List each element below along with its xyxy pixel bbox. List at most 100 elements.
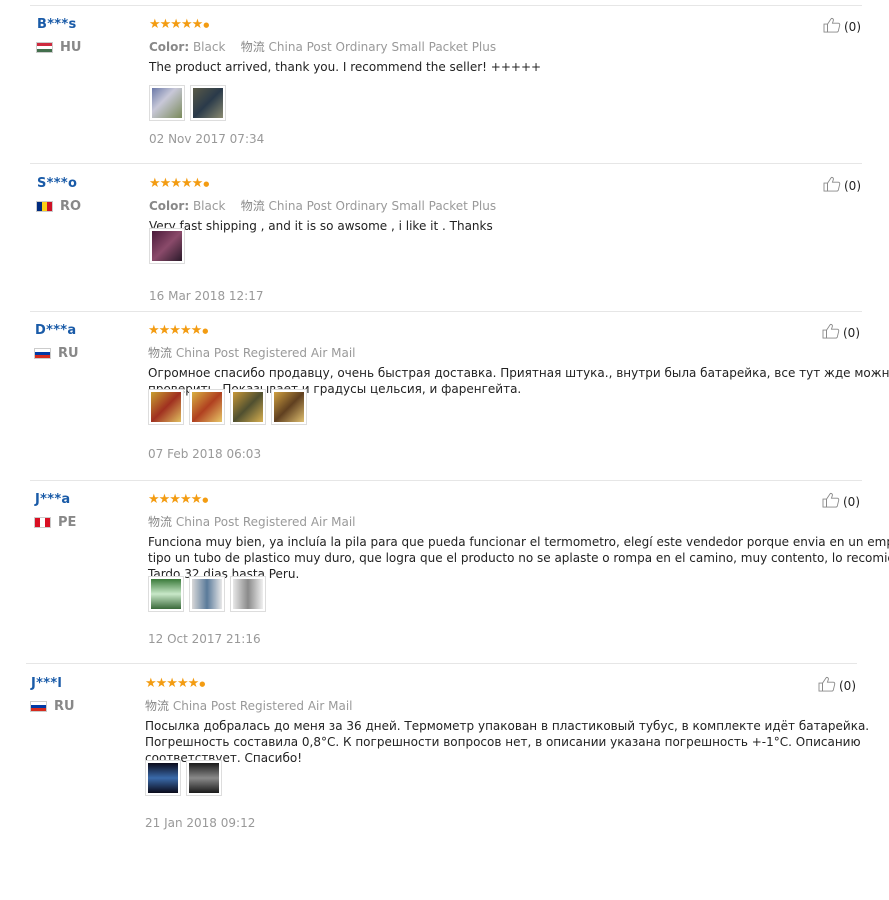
review-text-line: Погрешность составила 0,8°C. К погрешнос…	[145, 735, 861, 749]
review-photos	[149, 85, 226, 121]
country-flag-icon	[34, 348, 51, 359]
review-item: J***l RU ★★★★★ ● 物流 China Post Registered …	[0, 676, 889, 830]
review-photo-thumbnail[interactable]	[148, 576, 184, 612]
review-text: Funciona muy bien, ya incluía la pila pa…	[148, 534, 889, 582]
review-photo-thumbnail[interactable]	[189, 576, 225, 612]
color-value: Black	[192, 40, 226, 54]
rating-stars: ★★★★★ ●	[145, 676, 205, 691]
review-item: S***o RO ★★★★★ ● Color: Black 物流 China Pos…	[0, 176, 889, 326]
reviewer-name: J***l	[31, 676, 63, 691]
review-date: 07 Feb 2018 06:03	[148, 447, 262, 461]
reviewer-name: B***s	[37, 17, 77, 32]
review-text-line: Very fast shipping , and it is so awsome…	[149, 219, 493, 233]
review-separator	[30, 5, 862, 6]
review-text-line: The product arrived, thank you. I recomm…	[149, 60, 542, 74]
country-flag-icon	[34, 517, 51, 528]
color-value: Black	[192, 199, 226, 213]
review-date: 12 Oct 2017 21:16	[148, 632, 261, 646]
shipping-label: 物流	[148, 515, 173, 529]
review-photo-thumbnail[interactable]	[230, 576, 266, 612]
review-meta: Color: Black 物流 China Post Ordinary Smal…	[149, 38, 496, 55]
helpful-button[interactable]: (0)	[823, 17, 861, 36]
rating-stars: ★★★★★ ●	[148, 323, 208, 338]
shipping-value: China Post Registered Air Mail	[172, 699, 353, 713]
country-code: RU	[58, 346, 79, 361]
helpful-count: (0)	[843, 325, 860, 340]
shipping-value: China Post Registered Air Mail	[175, 515, 356, 529]
reviewer-country: RO	[36, 199, 81, 214]
reviewer-name: J***a	[35, 492, 71, 507]
shipping-value: China Post Registered Air Mail	[175, 346, 356, 360]
helpful-button[interactable]: (0)	[822, 323, 860, 342]
review-meta: 物流 China Post Registered Air Mail	[145, 697, 352, 714]
country-code: RU	[54, 699, 75, 714]
review-photo-thumbnail[interactable]	[145, 760, 181, 796]
country-flag-icon	[36, 201, 53, 212]
review-text: Посылка добралась до меня за 36 дней. Те…	[145, 718, 869, 766]
review-photo-thumbnail[interactable]	[148, 389, 184, 425]
reviewer-country: RU	[34, 346, 79, 361]
helpful-count: (0)	[839, 678, 856, 693]
color-label: Color:	[149, 40, 190, 54]
shipping-value: China Post Ordinary Small Packet Plus	[268, 40, 497, 54]
review-photo-thumbnail[interactable]	[190, 85, 226, 121]
review-text-line: Посылка добралась до меня за 36 дней. Те…	[145, 719, 870, 733]
review-photo-thumbnail[interactable]	[186, 760, 222, 796]
helpful-count: (0)	[844, 19, 861, 34]
shipping-label: 物流	[240, 40, 265, 54]
thumbs-up-icon	[822, 323, 840, 342]
review-meta: Color: Black 物流 China Post Ordinary Smal…	[149, 197, 496, 214]
country-code: RO	[60, 199, 82, 214]
country-code: HU	[60, 40, 82, 55]
review-photo-thumbnail[interactable]	[271, 389, 307, 425]
review-item: B***s HU ★★★★★ ● Color: Black 物流 China Pos…	[0, 17, 889, 167]
reviewer-name: S***o	[37, 176, 78, 191]
country-flag-icon	[30, 701, 47, 712]
country-code: PE	[58, 515, 77, 530]
review-date: 02 Nov 2017 07:34	[149, 132, 265, 146]
review-text-line: соответствует. Спасибо!	[145, 751, 303, 765]
helpful-button[interactable]: (0)	[823, 176, 861, 195]
review-text: Very fast shipping , and it is so awsome…	[149, 218, 493, 234]
helpful-button[interactable]: (0)	[818, 676, 856, 695]
shipping-label: 物流	[145, 699, 170, 713]
helpful-count: (0)	[844, 178, 861, 193]
review-meta: 物流 China Post Registered Air Mail	[148, 513, 355, 530]
review-separator	[26, 663, 857, 664]
review-photo-thumbnail[interactable]	[149, 85, 185, 121]
review-text-line: Funciona muy bien, ya incluía la pila pa…	[148, 535, 889, 549]
review-item: D***a RU ★★★★★ ● 物流 China Post Registered …	[0, 323, 889, 473]
shipping-label: 物流	[240, 199, 265, 213]
review-photos	[145, 760, 222, 796]
reviewer-country: HU	[36, 40, 81, 55]
review-separator	[30, 480, 862, 481]
review-item: J***a PE ★★★★★ ● 物流 China Post Registered …	[0, 492, 889, 646]
review-text-line: tipo un tubo de plastico muy duro, que l…	[148, 551, 889, 565]
shipping-label: 物流	[148, 346, 173, 360]
thumbs-up-icon	[823, 176, 841, 195]
review-photo-thumbnail[interactable]	[189, 389, 225, 425]
reviewer-country: PE	[34, 515, 76, 530]
rating-stars: ★★★★★ ●	[149, 176, 209, 191]
thumbs-up-icon	[822, 492, 840, 511]
reviewer-name: D***a	[35, 323, 77, 338]
color-label: Color:	[149, 199, 190, 213]
review-text: The product arrived, thank you. I recomm…	[149, 59, 541, 75]
thumbs-up-icon	[823, 17, 841, 36]
review-date: 16 Mar 2018 12:17	[149, 289, 264, 303]
rating-stars: ★★★★★ ●	[148, 492, 208, 507]
review-photo-thumbnail[interactable]	[149, 228, 185, 264]
review-date: 21 Jan 2018 09:12	[145, 816, 256, 830]
thumbs-up-icon	[818, 676, 836, 695]
shipping-value: China Post Ordinary Small Packet Plus	[268, 199, 497, 213]
rating-stars: ★★★★★ ●	[149, 17, 209, 32]
review-meta: 物流 China Post Registered Air Mail	[148, 344, 355, 361]
review-photo-thumbnail[interactable]	[230, 389, 266, 425]
country-flag-icon	[36, 42, 53, 53]
review-separator	[30, 311, 862, 312]
review-separator	[30, 163, 862, 164]
review-photos	[148, 576, 266, 612]
review-photos	[148, 389, 307, 425]
helpful-count: (0)	[843, 494, 860, 509]
helpful-button[interactable]: (0)	[822, 492, 860, 511]
